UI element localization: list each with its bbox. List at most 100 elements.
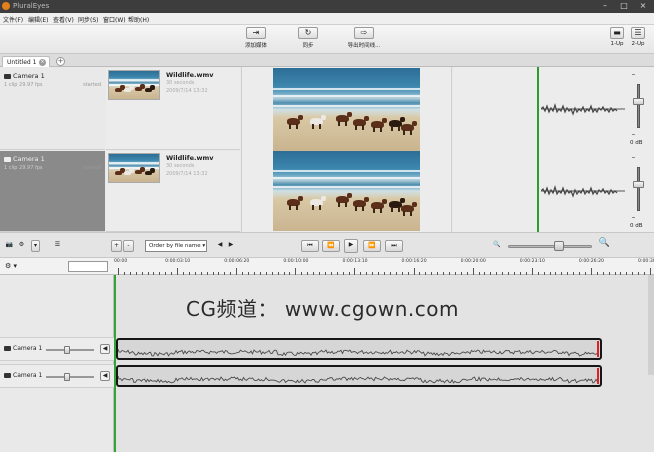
clip-item[interactable]: Wildlife.wmv 30 seconds 2009/7/14 13:32 (106, 68, 240, 150)
transport-bar: 📷 ⚙ ▾ ☰ + - Order by file name ▾ ◀ ▶ ⏮ ⏪… (0, 232, 654, 258)
maximize-icon[interactable]: □ (617, 1, 631, 11)
track-volume-knob[interactable] (64, 346, 70, 354)
timeline-ruler[interactable]: 00:00 0:00:03:10 0:00:06:20 0:00:10:00 0:00:… (114, 258, 654, 275)
ruler-label: 0:00:20:00 (460, 259, 486, 264)
camera-row[interactable]: Camera 1 1 clip 29.97 fps started (0, 68, 105, 150)
audio-clip[interactable] (116, 338, 602, 360)
add-media-icon: ⇥ (246, 27, 266, 39)
window-title: PluralEyes (13, 2, 50, 10)
track-header: Camera 1 ◀ (0, 364, 114, 388)
camera-dropdown-icon[interactable]: ▾ (31, 240, 40, 252)
volume-slider[interactable]: 0 dB (628, 70, 650, 146)
layout-1up-icon: ▬ (610, 27, 624, 39)
layout-2up-button[interactable]: ☰ 2-Up (629, 27, 647, 47)
title-bar: PluralEyes – □ × (0, 0, 654, 13)
camera-icon (4, 346, 11, 351)
menu-help[interactable]: 帮助(H) (128, 15, 149, 24)
remove-clip-button[interactable]: - (123, 240, 134, 252)
camera-icon (4, 73, 11, 79)
clip-thumbnail (108, 153, 160, 183)
audio-level-waveform (541, 102, 625, 116)
tab-bar: Untitled 1 × + (0, 54, 654, 67)
timeline: Camera 1 ◀ Camera 1 ◀ CG频道： www.cgown.co… (0, 275, 654, 452)
layout-2up-icon: ☰ (631, 27, 645, 39)
add-clip-button[interactable]: + (111, 240, 122, 252)
ruler-label: 0:00:03:10 (165, 259, 191, 264)
ruler-label: 0:00:16:20 (401, 259, 427, 264)
clip-end-marker (597, 368, 599, 384)
close-icon[interactable]: × (636, 1, 650, 11)
add-media-button[interactable]: ⇥ 添加媒体 (242, 27, 270, 49)
zoom-slider-knob[interactable] (554, 241, 564, 251)
volume-slider-knob[interactable] (633, 181, 644, 188)
audio-clip[interactable] (116, 365, 602, 387)
menu-window[interactable]: 窗口(W) (103, 15, 126, 24)
ruler-tick (236, 268, 238, 275)
ruler-label: 0:00:23:10 (519, 259, 545, 264)
sync-button[interactable]: ↻ 同步 (296, 27, 320, 49)
tab-untitled-1[interactable]: Untitled 1 × (2, 56, 50, 67)
vertical-scrollbar[interactable] (648, 275, 654, 375)
menu-edit[interactable]: 编辑(E) (28, 15, 48, 24)
audio-level-waveform (541, 184, 625, 198)
ruler-tick (295, 268, 297, 275)
timecode-field[interactable] (68, 261, 108, 272)
ruler-tick (118, 268, 119, 275)
audio-monitor-panel: 0 dB 0 dB (453, 67, 654, 232)
ruler-label: 0:00:10:00 (283, 259, 309, 264)
rewind-icon[interactable]: ⏪ (322, 240, 340, 252)
timeline-settings-icon[interactable]: ⚙ ▾ (5, 262, 23, 272)
track-volume-knob[interactable] (64, 373, 70, 381)
track-volume-slider[interactable] (46, 349, 94, 351)
menu-file[interactable]: 文件(F) (3, 15, 23, 24)
video-preview-1[interactable] (273, 68, 420, 151)
zoom-in-icon[interactable]: 🔍 (598, 238, 611, 250)
camera-icon (4, 373, 11, 378)
go-to-start-icon[interactable]: ⏮ (301, 240, 319, 252)
volume-slider[interactable]: 0 dB (628, 153, 650, 229)
camera-settings-icon[interactable]: ⚙ (16, 240, 27, 252)
play-icon[interactable]: ▶ (344, 239, 358, 253)
add-camera-icon[interactable]: 📷 (4, 240, 15, 252)
list-view-icon[interactable]: ☰ (53, 240, 62, 252)
toolbar: ⇥ 添加媒体 ↻ 同步 ⇨ 导出时间线... ▬ 1-Up ☰ 2-Up (0, 25, 654, 54)
fast-forward-icon[interactable]: ⏩ (363, 240, 381, 252)
prev-clip-icon[interactable]: ◀ (215, 240, 225, 252)
menu-view[interactable]: 查看(V) (53, 15, 74, 24)
order-by-select[interactable]: Order by file name ▾ (145, 240, 207, 252)
menu-bar: 文件(F) 编辑(E) 查看(V) 同步(S) 窗口(W) 帮助(H) (0, 13, 654, 25)
menu-sync[interactable]: 同步(S) (78, 15, 99, 24)
ruler-tick (413, 268, 415, 275)
playhead[interactable] (114, 275, 116, 452)
track-header: Camera 1 ◀ (0, 337, 114, 361)
camera-row-selected[interactable]: Camera 1 1 clip 29.97 fps started (0, 151, 105, 232)
minimize-icon[interactable]: – (598, 1, 612, 11)
zoom-slider[interactable] (508, 245, 592, 248)
layout-1up-button[interactable]: ▬ 1-Up (609, 27, 625, 47)
speaker-icon[interactable]: ◀ (100, 371, 110, 381)
speaker-icon[interactable]: ◀ (100, 344, 110, 354)
app-logo-icon (2, 2, 10, 10)
ruler-label: 0:00:13:10 (342, 259, 368, 264)
add-tab-button[interactable]: + (56, 57, 65, 66)
ruler-tick (590, 268, 592, 275)
export-timeline-button[interactable]: ⇨ 导出时间线... (344, 27, 384, 49)
video-preview-2[interactable] (273, 151, 420, 231)
track-volume-slider[interactable] (46, 376, 94, 378)
audio-waveform (118, 348, 598, 357)
export-icon: ⇨ (354, 27, 374, 39)
clip-thumbnail (108, 70, 160, 100)
next-clip-icon[interactable]: ▶ (226, 240, 236, 252)
close-tab-icon[interactable]: × (39, 59, 46, 66)
ruler-tick (354, 268, 356, 275)
camera-icon (4, 156, 11, 162)
volume-slider-knob[interactable] (633, 98, 644, 105)
timeline-ruler-row: ⚙ ▾ 00:00 0:00:03:10 0:00:06:20 0:00:10:00 0… (0, 258, 654, 275)
clip-end-marker (597, 341, 599, 357)
ruler-label: 00:00 (114, 259, 128, 264)
go-to-end-icon[interactable]: ⏭ (385, 240, 403, 252)
ruler-label: 0:00:30:00 (638, 259, 654, 264)
ruler-label: 0:00:26:20 (578, 259, 604, 264)
clip-item[interactable]: Wildlife.wmv 30 seconds 2009/7/14 13:32 (106, 151, 240, 232)
zoom-out-icon[interactable]: 🔍 (492, 240, 502, 252)
